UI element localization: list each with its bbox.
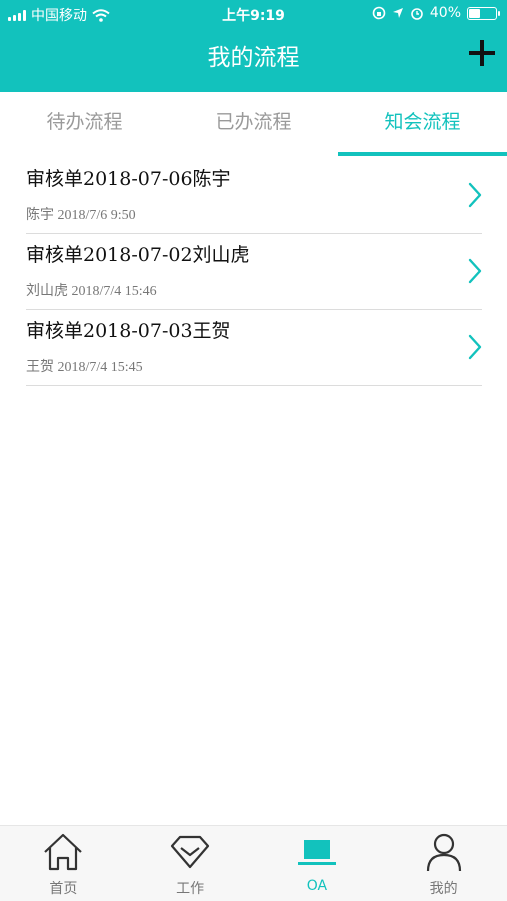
- tab-bar-top: 待办流程 已办流程 知会流程: [0, 92, 507, 158]
- tabbar-oa[interactable]: OA: [254, 826, 381, 901]
- tabbar-mine[interactable]: 我的: [380, 826, 507, 901]
- tabbar-home[interactable]: 首页: [0, 826, 127, 901]
- tab-notified[interactable]: 知会流程: [338, 92, 507, 158]
- item-title: 审核单2018-07-02刘山虎: [26, 244, 250, 266]
- alarm-icon: [411, 8, 423, 20]
- laptop-icon: [297, 840, 336, 865]
- page-title: 我的流程: [207, 45, 300, 71]
- list-item[interactable]: 审核单2018-07-03王贺 王贺 2018/7/4 15:45: [26, 310, 482, 386]
- tab-done[interactable]: 已办流程: [169, 92, 338, 158]
- chevron-right-icon: [468, 334, 482, 360]
- tabbar-label: 工作: [176, 881, 205, 897]
- tabbar-work[interactable]: 工作: [127, 826, 254, 901]
- battery-percent: 40%: [429, 5, 461, 21]
- tabbar-label: 我的: [429, 881, 458, 897]
- process-list: 审核单2018-07-06陈宇 陈宇 2018/7/6 9:50 审核单2018…: [26, 158, 482, 386]
- bottom-tab-bar: 首页 工作 OA 我的: [0, 825, 507, 901]
- item-meta: 刘山虎 2018/7/4 15:46: [26, 284, 157, 299]
- chevron-right-icon: [468, 258, 482, 284]
- chevron-right-icon: [468, 182, 482, 208]
- battery-icon: [467, 6, 500, 20]
- home-icon: [44, 833, 83, 871]
- item-meta: 王贺 2018/7/4 15:45: [26, 360, 143, 375]
- plus-icon[interactable]: [469, 40, 495, 66]
- status-bar: 中国移动 上午9:19 40%: [0, 0, 507, 28]
- list-item[interactable]: 审核单2018-07-06陈宇 陈宇 2018/7/6 9:50: [26, 158, 482, 234]
- item-meta: 陈宇 2018/7/6 9:50: [26, 208, 136, 223]
- diamond-icon: [171, 835, 210, 869]
- location-icon: [392, 8, 403, 18]
- tabbar-label: 首页: [49, 881, 78, 897]
- orientation-lock-icon: [372, 6, 386, 20]
- item-title: 审核单2018-07-03王贺: [26, 320, 231, 342]
- item-title: 审核单2018-07-06陈宇: [26, 168, 231, 190]
- tabbar-label: OA: [306, 878, 328, 894]
- tab-pending[interactable]: 待办流程: [0, 92, 169, 158]
- user-icon: [426, 833, 461, 872]
- list-item[interactable]: 审核单2018-07-02刘山虎 刘山虎 2018/7/4 15:46: [26, 234, 482, 310]
- navigation-header: 中国移动 上午9:19 40% 我的流程: [0, 0, 507, 92]
